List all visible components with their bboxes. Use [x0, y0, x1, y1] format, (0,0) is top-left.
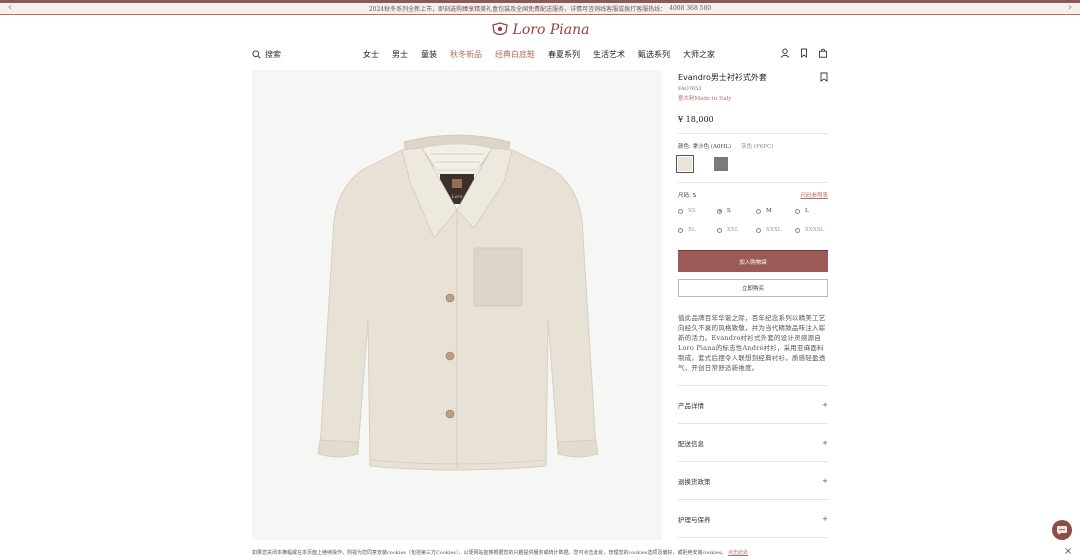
product-title: Evandro男士衬衫式外套 — [678, 73, 767, 82]
radio-icon — [678, 227, 683, 233]
size-text: L — [805, 208, 809, 214]
size-guide-link[interactable]: 尺码参照表 — [800, 191, 828, 199]
cookie-text: 如果您关闭本横幅或在本页面上继续操作，则视为您同意安装cookies（包括第三方… — [252, 550, 727, 556]
nav-item-classic-sneakers[interactable]: 经典白底鞋 — [495, 49, 535, 60]
nav-item-women[interactable]: 女士 — [363, 49, 379, 60]
account-icon[interactable] — [780, 48, 790, 58]
brand-name: Loro Piana — [512, 22, 590, 38]
svg-text:Loro: Loro — [451, 194, 463, 200]
radio-icon — [756, 208, 761, 214]
add-to-cart-button[interactable]: 加入购物袋 — [678, 250, 828, 272]
chevron-left-icon[interactable]: ‹ — [8, 2, 12, 13]
size-text: XS — [688, 208, 696, 214]
plus-icon: + — [822, 400, 828, 409]
size-row: 尺码: S 尺码参照表 — [678, 191, 828, 199]
radio-icon — [756, 227, 761, 233]
color-label-row: 颜色: 拿沙色 (A0HL) 灰色 (F6PC) — [678, 142, 828, 150]
brand-crest-icon — [491, 22, 508, 36]
accordion-product-details[interactable]: 产品详情 + — [678, 386, 828, 424]
divider — [678, 133, 828, 134]
cookie-link[interactable]: 点击此处 — [728, 550, 748, 556]
header-divider — [0, 14, 1080, 15]
color-alt-label: 灰色 (F6PC) — [741, 144, 774, 150]
size-option-s[interactable]: S — [717, 208, 756, 214]
size-options: XS S M L XL XXL XXXL XXXXL — [678, 208, 828, 233]
main-nav: 搜索 女士 男士 童装 秋冬新品 经典白底鞋 春夏系列 生活艺术 甄选系列 大师… — [252, 48, 828, 64]
announcement-bar: ‹ 2024秋冬系列全新上市，即刻选购臻享精美礼盒包装及全国免费配送服务，详情可… — [0, 2, 1080, 14]
bookmark-icon[interactable] — [820, 72, 828, 82]
search-icon — [252, 50, 261, 59]
radio-icon — [795, 227, 800, 233]
size-text: XXL — [727, 227, 739, 233]
swatch-beige[interactable] — [676, 155, 694, 173]
jacket-illustration: Loro — [317, 134, 599, 471]
size-text: S — [727, 208, 731, 214]
product-price: ¥ 18,000 — [678, 115, 714, 124]
radio-icon — [678, 208, 683, 214]
product-description: 值此品牌百年华诞之际，百年纪念系列以精美工艺向经久不衰的风格致敬，并为当代精致品… — [678, 314, 826, 372]
size-text: XL — [688, 227, 696, 233]
plus-icon: + — [822, 476, 828, 485]
nav-item-ss-collection[interactable]: 春夏系列 — [548, 49, 580, 60]
nav-item-living[interactable]: 生活艺术 — [593, 49, 625, 60]
announcement-text: 2024秋冬系列全新上市，即刻选购臻享精美礼盒包装及全国免费配送服务，详情可咨询… — [368, 6, 667, 13]
radio-icon — [795, 208, 800, 214]
divider — [678, 182, 828, 183]
size-option-m[interactable]: M — [756, 208, 795, 214]
nav-item-men[interactable]: 男士 — [392, 49, 408, 60]
plus-icon: + — [822, 438, 828, 447]
chat-icon — [1057, 525, 1067, 535]
size-option-l[interactable]: L — [795, 208, 834, 214]
color-label: 颜色: 拿沙色 (A0HL) — [678, 144, 732, 150]
nav-item-masters[interactable]: 大师之家 — [683, 49, 715, 60]
size-option-xl[interactable]: XL — [678, 227, 717, 233]
accordion-shipping[interactable]: 配送信息 + — [678, 424, 828, 462]
radio-icon — [717, 227, 722, 233]
accordion-label: 退换货政策 — [678, 477, 711, 486]
wishlist-icon[interactable] — [799, 48, 809, 58]
nav-icons — [780, 48, 828, 58]
size-text: XXXXL — [805, 227, 825, 233]
size-text: XXXL — [766, 227, 782, 233]
accordion-care[interactable]: 护理与保养 + — [678, 500, 828, 538]
product-image[interactable]: Loro — [252, 70, 662, 540]
accordion-label: 配送信息 — [678, 439, 704, 448]
size-option-xxl[interactable]: XXL — [717, 227, 756, 233]
search-label: 搜索 — [265, 50, 281, 59]
brand-logo[interactable]: Loro Piana — [0, 22, 1080, 38]
nav-item-selection[interactable]: 甄选系列 — [638, 49, 670, 60]
size-text: M — [766, 208, 772, 214]
announcement-phone[interactable]: 4008 368 580 — [669, 5, 711, 12]
cookie-text-row: 如果您关闭本横幅或在本页面上继续操作，则视为您同意安装cookies（包括第三方… — [252, 549, 748, 556]
cookie-banner: 如果您关闭本横幅或在本页面上继续操作，则视为您同意安装cookies（包括第三方… — [0, 546, 1080, 560]
radio-selected-icon — [717, 208, 722, 214]
product-sku: FAO7653 — [678, 86, 702, 92]
accordion-returns[interactable]: 退换货政策 + — [678, 462, 828, 500]
close-icon[interactable]: × — [1064, 547, 1072, 557]
accordion-label: 护理与保养 — [678, 515, 711, 524]
size-option-xxxl[interactable]: XXXL — [756, 227, 795, 233]
chat-button[interactable] — [1052, 520, 1072, 540]
size-label: 尺码: S — [678, 193, 697, 199]
chevron-right-icon[interactable]: › — [1068, 2, 1072, 13]
product-origin: 意大利Made in Italy — [678, 96, 732, 102]
nav-item-fw-new[interactable]: 秋冬新品 — [450, 49, 482, 60]
plus-icon: + — [822, 514, 828, 523]
buy-now-button[interactable]: 立即购买 — [678, 279, 828, 297]
search-button[interactable]: 搜索 — [252, 49, 281, 60]
size-option-xs[interactable]: XS — [678, 208, 717, 214]
swatch-grey[interactable] — [714, 157, 728, 171]
size-option-xxxxl[interactable]: XXXXL — [795, 227, 834, 233]
nav-menu: 女士 男士 童装 秋冬新品 经典白底鞋 春夏系列 生活艺术 甄选系列 大师之家 — [363, 49, 715, 60]
color-swatches — [676, 155, 828, 173]
product-info: Evandro男士衬衫式外套 FAO7653 意大利Made in Italy … — [676, 72, 828, 538]
nav-item-kids[interactable]: 童装 — [421, 49, 437, 60]
accordion-label: 产品详情 — [678, 401, 704, 410]
shopping-bag-icon[interactable] — [818, 48, 828, 58]
